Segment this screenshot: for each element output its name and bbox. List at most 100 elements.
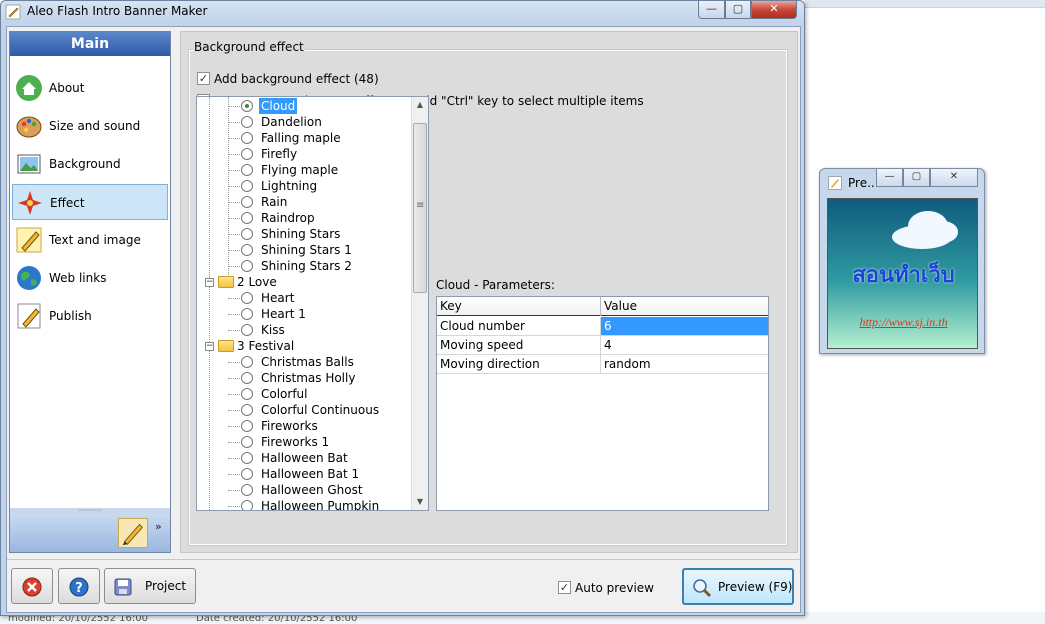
column-key[interactable]: Key — [437, 297, 601, 316]
radio-button[interactable] — [241, 436, 253, 448]
pencil-icon — [16, 227, 42, 253]
radio-button[interactable] — [241, 164, 253, 176]
sidebar-item-web-links[interactable]: Web links — [12, 260, 168, 296]
effect-tree[interactable]: Cloud Dandelion Falling maple Firefly Flying… — [196, 96, 429, 511]
radio-button[interactable] — [241, 244, 253, 256]
radio-button[interactable] — [241, 292, 253, 304]
help-button[interactable]: ? — [58, 568, 100, 604]
close-circle-icon — [22, 577, 42, 597]
params-row[interactable]: Moving speed 4 — [437, 336, 768, 355]
sidebar-item-label: Effect — [50, 196, 85, 210]
radio-button[interactable] — [241, 356, 253, 368]
radio-button[interactable] — [241, 308, 253, 320]
home-icon — [16, 75, 42, 101]
sidebar-item-label: Background — [49, 157, 121, 171]
params-row[interactable]: Moving direction random — [437, 355, 768, 374]
tree-guide-line — [228, 186, 240, 187]
tree-folder-label: 3 Festival — [237, 339, 295, 353]
cloud-shape — [928, 221, 958, 243]
radio-button[interactable] — [241, 404, 253, 416]
sidebar-pen-button[interactable] — [118, 518, 148, 548]
sidebar-item-about[interactable]: About — [12, 70, 168, 106]
param-key: Moving speed — [437, 336, 601, 354]
scroll-up-icon[interactable]: ▲ — [412, 97, 428, 113]
banner-url-link[interactable]: http://www.sj.in.th — [828, 315, 977, 330]
sidebar-item-size-and-sound[interactable]: Size and sound — [12, 108, 168, 144]
radio-button[interactable] — [241, 388, 253, 400]
param-value[interactable]: 6 — [601, 317, 768, 335]
tree-item-label: Dandelion — [261, 115, 322, 129]
window-title: Aleo Flash Intro Banner Maker — [27, 4, 208, 18]
tree-item-label: Fireworks 1 — [261, 435, 330, 449]
radio-button[interactable] — [241, 100, 253, 112]
tree-item-label: Heart 1 — [261, 307, 306, 321]
tree-guide-line — [228, 330, 240, 331]
column-value[interactable]: Value — [601, 297, 768, 316]
radio-button[interactable] — [241, 500, 253, 510]
add-effect-checkbox[interactable]: ✓ — [197, 72, 210, 85]
radio-button[interactable] — [241, 484, 253, 496]
radio-button[interactable] — [241, 260, 253, 272]
radio-button[interactable] — [241, 180, 253, 192]
radio-button[interactable] — [241, 196, 253, 208]
tree-scrollbar[interactable]: ▲ ▼ — [411, 97, 428, 510]
tree-item-label: Raindrop — [261, 211, 315, 225]
sidebar-item-effect[interactable]: Effect — [12, 184, 168, 220]
tree-item-label: Lightning — [261, 179, 318, 193]
sidebar-header: Main — [10, 32, 170, 56]
project-button[interactable]: Project — [104, 568, 196, 604]
tree-item-label: Cloud — [259, 98, 298, 114]
maximize-button[interactable]: ▢ — [725, 1, 751, 19]
scroll-thumb[interactable] — [413, 123, 427, 293]
minimize-button[interactable]: — — [698, 1, 725, 19]
collapse-icon[interactable]: − — [205, 278, 214, 287]
radio-button[interactable] — [241, 132, 253, 144]
radio-button[interactable] — [241, 212, 253, 224]
radio-button[interactable] — [241, 148, 253, 160]
tree-guide-line — [228, 314, 240, 315]
scroll-down-icon[interactable]: ▼ — [412, 494, 428, 510]
chevron-right-icon[interactable]: » — [155, 520, 162, 533]
param-value[interactable]: random — [601, 355, 768, 373]
param-key: Cloud number — [437, 317, 601, 335]
preview-window: Pre... — ▢ ✕ สอนทำเว็บ http://www.sj.in.… — [819, 168, 985, 354]
tree-item-label: Christmas Holly — [261, 371, 356, 385]
tree-guide-line — [228, 154, 240, 155]
tree-guide-line — [228, 138, 240, 139]
close-button[interactable]: ✕ — [751, 1, 797, 19]
sidebar-item-text-and-image[interactable]: Text and image — [12, 222, 168, 258]
radio-button[interactable] — [241, 228, 253, 240]
radio-button[interactable] — [241, 420, 253, 432]
magnifier-icon — [693, 579, 712, 598]
preview-button[interactable]: Preview (F9) — [682, 568, 794, 605]
title-bar[interactable]: Aleo Flash Intro Banner Maker — ▢ ✕ — [1, 1, 804, 23]
collapse-icon[interactable]: − — [205, 342, 214, 351]
tree-guide-line — [228, 474, 240, 475]
tree-folder-label: 2 Love — [237, 275, 277, 289]
param-key: Moving direction — [437, 355, 601, 373]
main-window: Aleo Flash Intro Banner Maker — ▢ ✕ Main… — [0, 0, 805, 616]
effect-panel: Background effect ✓ Add background effec… — [180, 31, 798, 553]
add-effect-label: Add background effect (48) — [214, 72, 379, 86]
radio-button[interactable] — [241, 324, 253, 336]
exit-button[interactable] — [11, 568, 53, 604]
tree-item-label: Christmas Balls — [261, 355, 354, 369]
params-row[interactable]: Cloud number 6 — [437, 317, 768, 336]
sidebar-item-publish[interactable]: Publish — [12, 298, 168, 334]
app-pen-icon — [828, 176, 842, 190]
radio-button[interactable] — [241, 116, 253, 128]
tree-guide-line — [228, 378, 240, 379]
param-value[interactable]: 4 — [601, 336, 768, 354]
sidebar-item-background[interactable]: Background — [12, 146, 168, 182]
radio-button[interactable] — [241, 452, 253, 464]
radio-button[interactable] — [241, 468, 253, 480]
client-area: Main About Size and sound Background Effect… — [6, 26, 801, 613]
preview-window-title: Pre... — [848, 176, 879, 190]
preview-close-button[interactable]: ✕ — [930, 169, 978, 187]
auto-preview-checkbox[interactable]: ✓ — [558, 581, 571, 594]
preview-maximize-button[interactable]: ▢ — [903, 169, 930, 187]
radio-button[interactable] — [241, 372, 253, 384]
preview-minimize-button[interactable]: — — [876, 169, 903, 187]
params-grid[interactable]: Key Value Cloud number 6 Moving speed 4 Movi… — [436, 296, 769, 511]
tree-item-label: Heart — [261, 291, 295, 305]
